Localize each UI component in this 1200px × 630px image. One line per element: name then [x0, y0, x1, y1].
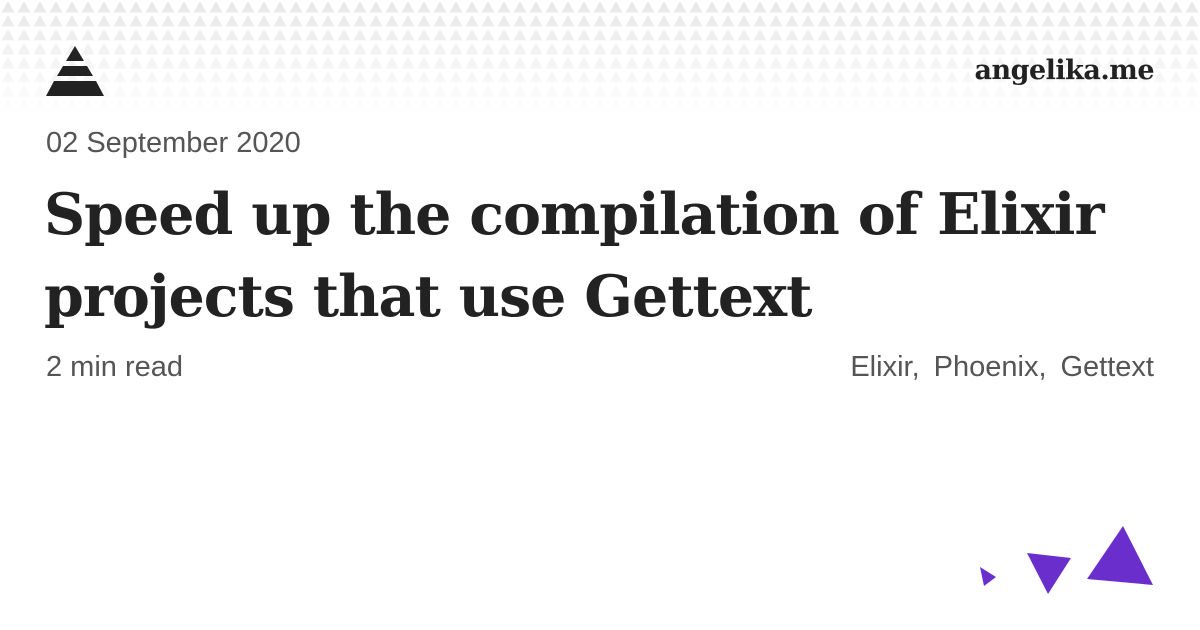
tag-gettext[interactable]: Gettext — [1061, 351, 1155, 384]
tag-phoenix[interactable]: Phoenix, — [934, 351, 1047, 384]
purple-triangles-icon — [980, 526, 1153, 594]
pyramid-logo-icon[interactable] — [45, 45, 105, 97]
site-name-link[interactable]: angelika.me — [974, 55, 1154, 86]
tag-list: Elixir, Phoenix, Gettext — [850, 351, 1154, 384]
tag-elixir[interactable]: Elixir, — [850, 351, 919, 384]
post-title: Speed up the compilation of Elixir proje… — [44, 181, 1105, 330]
post-date: 02 September 2020 — [46, 127, 301, 159]
read-time: 2 min read — [46, 351, 184, 383]
